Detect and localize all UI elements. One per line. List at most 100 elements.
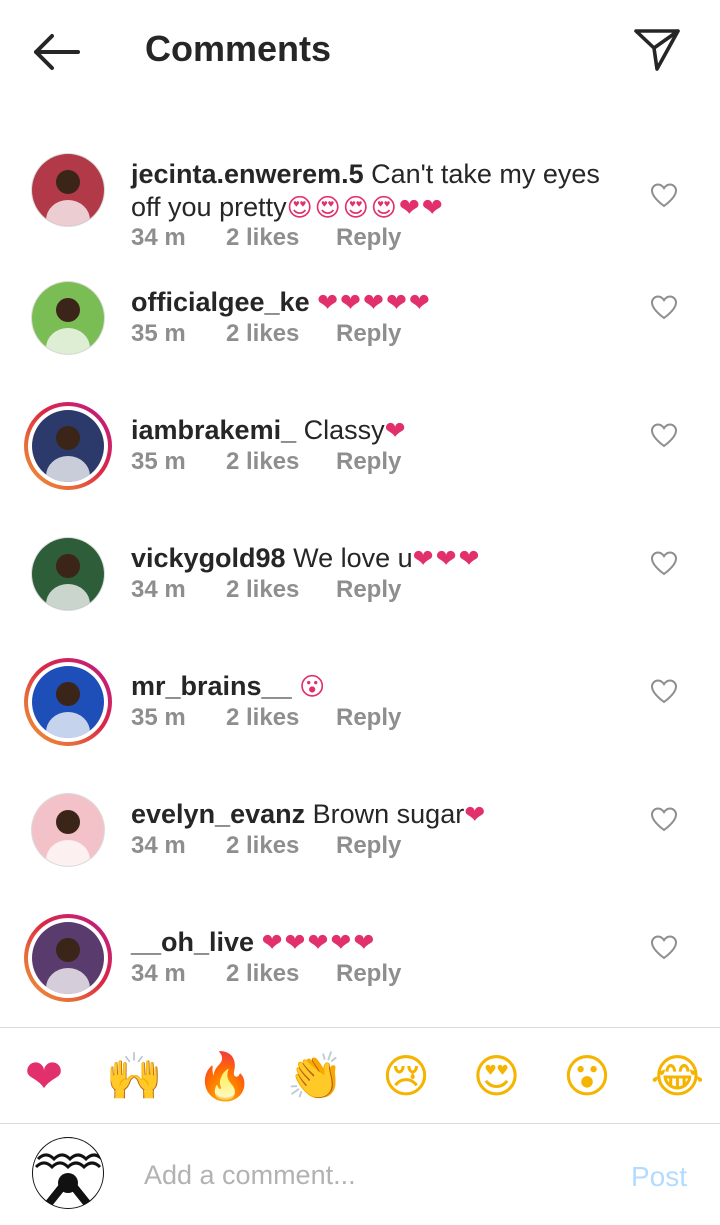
fire-reaction-icon[interactable]: 🔥 — [195, 1046, 255, 1106]
add-comment-bar: Post — [0, 1125, 720, 1225]
avatar-frame[interactable] — [24, 146, 112, 234]
comment-text-block: __oh_live ❤❤❤❤❤ — [131, 926, 621, 960]
avatar-border — [31, 281, 105, 355]
like-heart-icon[interactable] — [650, 294, 678, 320]
avatar-story-ring[interactable] — [24, 914, 112, 1002]
quick-reaction-bar: ❤ 🙌 🔥 👏 😢 😍 😮 😂 — [0, 1027, 720, 1124]
top-bar: Comments — [0, 0, 720, 100]
comment-text-block: iambrakemi_ Classy❤ — [131, 414, 621, 448]
comment-row[interactable]: __oh_live ❤❤❤❤❤ 34 m2 likes Reply — [0, 914, 720, 1027]
comment-timestamp: 35 m — [131, 448, 186, 475]
comment-text — [254, 927, 262, 957]
reply-button[interactable]: Reply — [336, 576, 401, 604]
comment-text-block: evelyn_evanz Brown sugar❤ — [131, 798, 621, 832]
reply-button[interactable]: Reply — [336, 704, 401, 732]
comment-text — [310, 287, 318, 317]
comment-emoji: ❤ — [384, 417, 408, 445]
comment-row[interactable]: evelyn_evanz Brown sugar❤ 34 m2 likes Repl… — [0, 786, 720, 914]
comment-likes-count[interactable]: 2 likes — [226, 960, 336, 988]
comment-emoji: 😍😍😍😍❤❤ — [286, 194, 445, 222]
like-heart-icon[interactable] — [650, 806, 678, 832]
tears-of-joy-reaction-icon[interactable]: 😂 — [648, 1046, 708, 1106]
heart-reaction-icon[interactable]: ❤ — [14, 1046, 74, 1106]
avatar[interactable] — [32, 538, 104, 610]
comment-timestamp: 34 m — [131, 960, 186, 987]
comment-emoji: ❤❤❤ — [412, 545, 482, 573]
comment-username[interactable]: jecinta.enwerem.5 — [131, 159, 364, 189]
page-title: Comments — [145, 28, 332, 69]
comment-text-block: officialgee_ke ❤❤❤❤❤ — [131, 286, 621, 320]
raised-hands-reaction-icon[interactable]: 🙌 — [105, 1046, 165, 1106]
avatar-story-ring[interactable] — [24, 658, 112, 746]
like-heart-icon[interactable] — [650, 550, 678, 576]
comment-row[interactable]: officialgee_ke ❤❤❤❤❤ 35 m 2 likes Reply — [0, 274, 720, 402]
current-user-avatar[interactable] — [32, 1137, 104, 1209]
like-heart-icon[interactable] — [650, 934, 678, 960]
comment-emoji: ❤ — [464, 801, 488, 829]
like-heart-icon[interactable] — [650, 182, 678, 208]
reply-button[interactable]: Reply — [336, 960, 401, 988]
comment-username[interactable]: __oh_live — [131, 927, 254, 957]
comment-meta: 34 m 2 likes Reply — [131, 576, 401, 604]
reply-button[interactable]: Reply — [336, 832, 401, 860]
comment-text: We love u — [285, 543, 413, 573]
comment-timestamp: 34 m — [131, 576, 186, 603]
comment-likes-count[interactable]: 2 likes — [226, 448, 336, 476]
reply-button[interactable]: Reply — [336, 320, 401, 348]
reply-button[interactable]: Reply — [336, 224, 401, 252]
avatar[interactable] — [32, 410, 104, 482]
comment-username[interactable]: mr_brains__ — [131, 671, 292, 701]
comment-row[interactable]: vickygold98 We love u❤❤❤ 34 m2 likes Reply — [0, 530, 720, 658]
comment-input[interactable] — [144, 1153, 604, 1197]
like-heart-icon[interactable] — [650, 678, 678, 704]
comment-emoji: ❤❤❤❤❤ — [261, 929, 377, 957]
comment-likes-count[interactable]: 2 likes — [226, 576, 336, 604]
clapping-hands-reaction-icon[interactable]: 👏 — [286, 1046, 346, 1106]
comment-text: Brown sugar — [305, 799, 465, 829]
comment-row[interactable]: mr_brains__ 😮 35 m2 likes Reply — [0, 658, 720, 786]
avatar[interactable] — [32, 922, 104, 994]
avatar-border — [28, 406, 108, 486]
comment-meta: 34 m 2 likes Reply — [131, 224, 401, 252]
comment-username[interactable]: vickygold98 — [131, 543, 286, 573]
back-arrow-icon[interactable] — [30, 30, 82, 74]
comment-meta: 34 m 2 likes Reply — [131, 960, 401, 988]
avatar-frame[interactable] — [24, 530, 112, 618]
comment-text-block: mr_brains__ 😮 — [131, 670, 621, 704]
comment-row[interactable]: iambrakemi_ Classy❤ 35 m 2 likes Reply — [0, 402, 720, 530]
reply-button[interactable]: Reply — [336, 448, 401, 476]
comment-username[interactable]: iambrakemi_ — [131, 415, 296, 445]
comment-likes-count[interactable]: 2 likes — [226, 224, 336, 252]
comment-username[interactable]: officialgee_ke — [131, 287, 310, 317]
avatar[interactable] — [32, 282, 104, 354]
like-heart-icon[interactable] — [650, 422, 678, 448]
avatar-border — [28, 918, 108, 998]
comment-emoji: 😮 — [299, 673, 328, 701]
comment-likes-count[interactable]: 2 likes — [226, 832, 336, 860]
avatar-story-ring[interactable] — [24, 402, 112, 490]
comment-meta: 35 m 2 likes Reply — [131, 704, 401, 732]
comment-likes-count[interactable]: 2 likes — [226, 320, 336, 348]
avatar[interactable] — [32, 154, 104, 226]
comment-text-block: jecinta.enwerem.5 Can't take my eyes off… — [131, 158, 621, 225]
comment-meta: 35 m 2 likes Reply — [131, 448, 401, 476]
comment-likes-count[interactable]: 2 likes — [226, 704, 336, 732]
avatar-border — [31, 793, 105, 867]
comment-username[interactable]: evelyn_evanz — [131, 799, 305, 829]
avatar[interactable] — [32, 666, 104, 738]
comment-timestamp: 34 m — [131, 832, 186, 859]
comment-timestamp: 34 m — [131, 224, 186, 251]
avatar-frame[interactable] — [24, 786, 112, 874]
post-button[interactable]: Post — [631, 1161, 687, 1193]
comment-text-block: vickygold98 We love u❤❤❤ — [131, 542, 621, 576]
comments-list[interactable]: jecinta.enwerem.5 Can't take my eyes off… — [0, 130, 720, 1027]
crying-face-reaction-icon[interactable]: 😢 — [376, 1046, 436, 1106]
heart-eyes-reaction-icon[interactable]: 😍 — [467, 1046, 527, 1106]
avatar-border — [31, 153, 105, 227]
surprised-face-reaction-icon[interactable]: 😮 — [557, 1046, 617, 1106]
paper-plane-icon[interactable] — [630, 24, 684, 74]
comment-timestamp: 35 m — [131, 320, 186, 347]
avatar-frame[interactable] — [24, 274, 112, 362]
comment-row[interactable]: jecinta.enwerem.5 Can't take my eyes off… — [0, 146, 720, 274]
avatar[interactable] — [32, 794, 104, 866]
